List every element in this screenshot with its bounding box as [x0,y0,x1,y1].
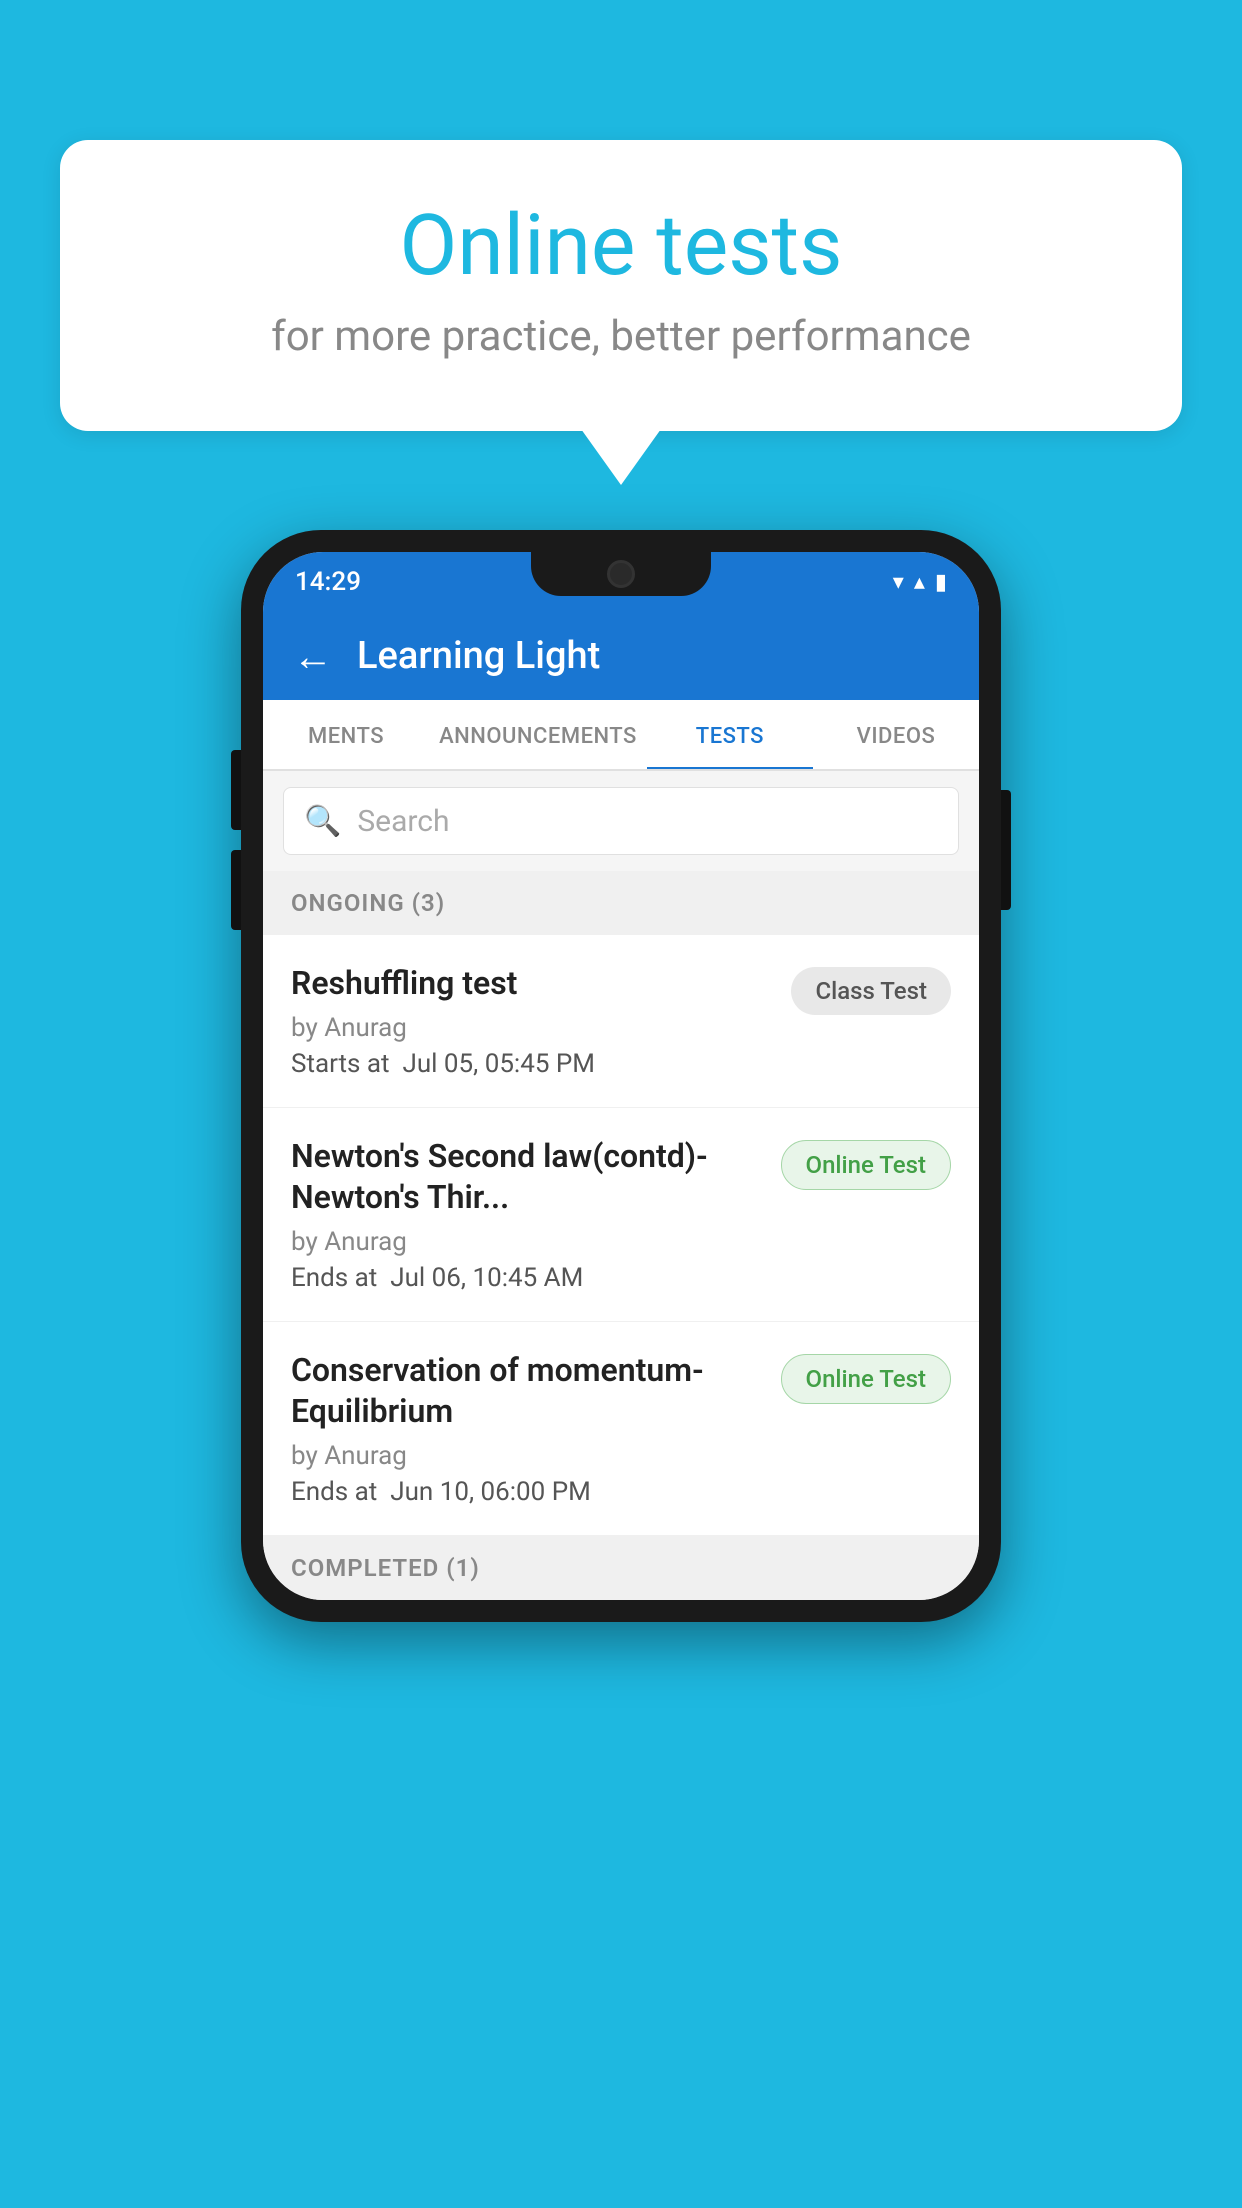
ongoing-section-label: ONGOING (3) [291,889,445,917]
search-placeholder: Search [357,804,449,839]
badge-online-test-conservation: Online Test [781,1354,951,1404]
test-name-conservation: Conservation of momentum-Equilibrium [291,1350,765,1433]
test-name-newton: Newton's Second law(contd)-Newton's Thir… [291,1136,765,1219]
test-info-newton: Newton's Second law(contd)-Newton's Thir… [291,1136,765,1293]
bubble-title: Online tests [140,200,1102,292]
ongoing-section-header: ONGOING (3) [263,871,979,935]
test-item-newton[interactable]: Newton's Second law(contd)-Newton's Thir… [263,1108,979,1322]
back-arrow-icon[interactable]: ← [293,633,333,680]
test-date-conservation: Ends at Jun 10, 06:00 PM [291,1477,765,1507]
bubble-subtitle: for more practice, better performance [140,312,1102,361]
power-button [1001,790,1011,910]
test-info-conservation: Conservation of momentum-Equilibrium by … [291,1350,765,1507]
signal-icon: ▴ [914,570,925,595]
test-item-reshuffling[interactable]: Reshuffling test by Anurag Starts at Jul… [263,935,979,1108]
test-by-conservation: by Anurag [291,1441,765,1471]
wifi-icon: ▾ [893,570,904,595]
badge-class-test: Class Test [791,967,951,1015]
test-info-reshuffling: Reshuffling test by Anurag Starts at Jul… [291,963,775,1079]
volume-down-button [231,850,241,930]
phone-body: 14:29 ▾ ▴ ▮ ← Learning Light MENTS ANNOU… [241,530,1001,1622]
badge-online-test-newton: Online Test [781,1140,951,1190]
test-date-reshuffling: Starts at Jul 05, 05:45 PM [291,1049,775,1079]
tab-announcements[interactable]: ANNOUNCEMENTS [429,700,647,769]
test-by-newton: by Anurag [291,1227,765,1257]
tabs-container: MENTS ANNOUNCEMENTS TESTS VIDEOS [263,700,979,771]
volume-up-button [231,750,241,830]
phone-container: 14:29 ▾ ▴ ▮ ← Learning Light MENTS ANNOU… [241,530,1001,1622]
test-date-newton: Ends at Jul 06, 10:45 AM [291,1263,765,1293]
completed-section-label: COMPLETED (1) [291,1554,480,1582]
test-item-conservation[interactable]: Conservation of momentum-Equilibrium by … [263,1322,979,1536]
status-icons: ▾ ▴ ▮ [893,570,947,595]
battery-icon: ▮ [935,570,947,595]
tab-ments[interactable]: MENTS [263,700,429,769]
app-title: Learning Light [357,634,600,678]
app-header: ← Learning Light [263,612,979,700]
completed-section-header: COMPLETED (1) [263,1536,979,1600]
speech-bubble-container: Online tests for more practice, better p… [60,140,1182,431]
test-name-reshuffling: Reshuffling test [291,963,775,1005]
tab-videos[interactable]: VIDEOS [813,700,979,769]
search-container: 🔍 Search [263,771,979,871]
status-time: 14:29 [295,567,361,597]
phone-camera [607,560,635,588]
phone-notch [531,552,711,596]
phone-screen: 14:29 ▾ ▴ ▮ ← Learning Light MENTS ANNOU… [263,552,979,1600]
test-by-reshuffling: by Anurag [291,1013,775,1043]
tab-tests[interactable]: TESTS [647,700,813,769]
search-icon: 🔍 [304,804,341,839]
search-input[interactable]: 🔍 Search [283,787,959,855]
speech-bubble: Online tests for more practice, better p… [60,140,1182,431]
